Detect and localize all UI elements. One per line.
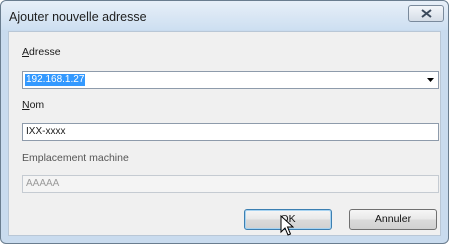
- address-label: Adresse: [22, 46, 61, 58]
- cancel-button[interactable]: Annuler: [349, 209, 437, 230]
- location-label: Emplacement machine: [22, 152, 129, 164]
- close-icon: [421, 9, 432, 18]
- name-input[interactable]: IXX-xxxx: [22, 123, 439, 141]
- address-dropdown-button[interactable]: [424, 73, 437, 87]
- dialog-body: Adresse 192.168.1.27 Nom IXX-xxxx Emplac…: [8, 31, 441, 236]
- mouse-pointer-icon: [280, 215, 294, 236]
- address-value: 192.168.1.27: [25, 74, 86, 86]
- location-input: AAAAA: [22, 175, 439, 193]
- dialog-window: Ajouter nouvelle adresse Adresse 192.168…: [0, 0, 449, 244]
- close-button[interactable]: [408, 5, 444, 22]
- name-label: Nom: [22, 99, 45, 111]
- chevron-down-icon: [427, 78, 434, 82]
- address-combobox[interactable]: 192.168.1.27: [22, 71, 439, 89]
- dialog-title: Ajouter nouvelle adresse: [9, 10, 147, 24]
- title-bar[interactable]: Ajouter nouvelle adresse: [1, 1, 448, 30]
